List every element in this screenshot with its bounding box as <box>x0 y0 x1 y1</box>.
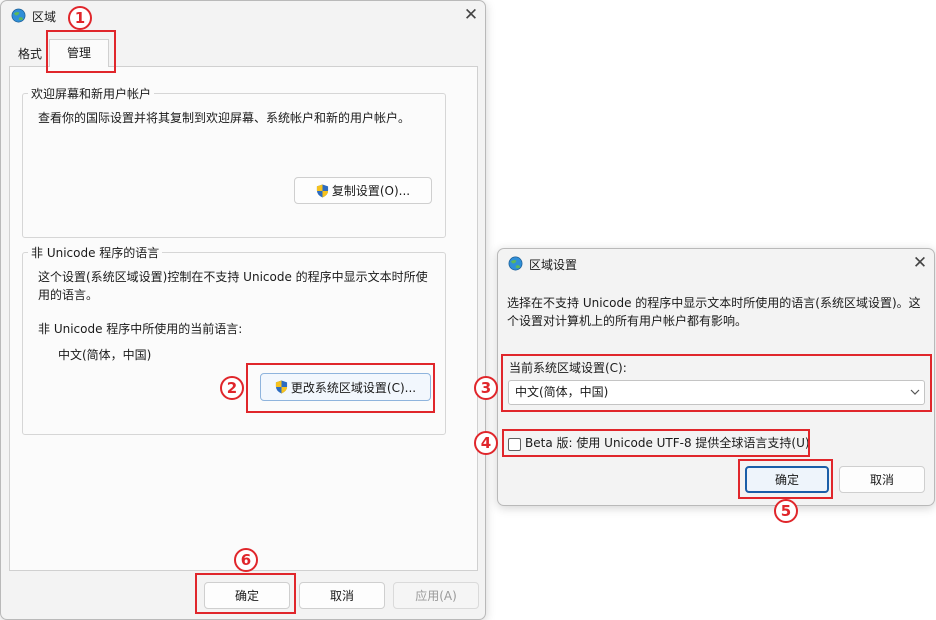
non-unicode-description-line1: 这个设置(系统区域设置)控制在不支持 Unicode 的程序中显示文本时所使 <box>38 270 428 284</box>
region-dialog-title: 区域 <box>32 10 57 24</box>
copy-settings-button[interactable]: 复制设置(O)... <box>294 177 432 204</box>
locale-description-line1: 选择在不支持 Unicode 的程序中显示文本时所使用的语言(系统区域设置)。这 <box>507 296 921 310</box>
locale-cancel-label: 取消 <box>869 473 894 487</box>
locale-settings-title: 区域设置 <box>529 258 578 272</box>
uac-shield-icon <box>275 380 287 394</box>
tab-manage[interactable]: 管理 <box>49 39 109 67</box>
globe-icon <box>508 256 523 271</box>
current-system-locale-label: 当前系统区域设置(C): <box>509 361 627 375</box>
locale-ok-button[interactable]: 确定 <box>745 466 829 493</box>
welcome-screen-group-legend: 欢迎屏幕和新用户帐户 <box>28 85 155 102</box>
close-icon: ✕ <box>463 5 479 25</box>
region-cancel-label: 取消 <box>329 589 354 603</box>
region-ok-button[interactable]: 确定 <box>204 582 290 609</box>
locale-settings-dialog: 区域设置 ✕ 选择在不支持 Unicode 的程序中显示文本时所使用的语言(系统… <box>497 248 935 506</box>
tab-format-label: 格式 <box>17 47 42 61</box>
beta-utf8-label[interactable]: Beta 版: 使用 Unicode UTF-8 提供全球语言支持(U) <box>525 434 810 453</box>
locale-settings-titlebar: 区域设置 ✕ <box>498 249 934 279</box>
region-apply-label: 应用(A) <box>415 589 457 603</box>
current-language-value: 中文(简体，中国) <box>58 348 152 362</box>
region-dialog-close-button[interactable]: ✕ <box>460 5 482 27</box>
current-language-label: 非 Unicode 程序中所使用的当前语言: <box>38 322 243 336</box>
region-ok-label: 确定 <box>234 589 259 603</box>
step-badge-1: 1 <box>68 6 92 30</box>
region-apply-button[interactable]: 应用(A) <box>393 582 479 609</box>
system-locale-select[interactable]: 中文(简体，中国) <box>508 380 925 405</box>
chevron-down-icon <box>910 389 920 395</box>
welcome-screen-description: 查看你的国际设置并将其复制到欢迎屏幕、系统帐户和新的用户帐户。 <box>38 111 411 125</box>
step-badge-2: 2 <box>220 376 244 400</box>
locale-description-line2: 个设置对计算机上的所有用户帐户都有影响。 <box>507 314 748 328</box>
non-unicode-description-line2: 用的语言。 <box>38 288 99 302</box>
globe-icon <box>11 8 26 23</box>
locale-cancel-button[interactable]: 取消 <box>839 466 925 493</box>
step-badge-4: 4 <box>474 431 498 455</box>
step-badge-6: 6 <box>234 548 258 572</box>
locale-ok-label: 确定 <box>774 473 799 487</box>
region-dialog: 区域 ✕ 格式 管理 欢迎屏幕和新用户帐户 查看你的国际设置并将其复制到欢迎屏幕… <box>0 0 486 620</box>
uac-shield-icon <box>316 184 328 197</box>
step-badge-5: 5 <box>774 499 798 523</box>
change-system-locale-label: 更改系统区域设置(C)... <box>290 380 417 395</box>
beta-utf8-checkbox[interactable] <box>508 438 521 451</box>
close-icon: ✕ <box>912 253 928 273</box>
change-system-locale-button[interactable]: 更改系统区域设置(C)... <box>260 373 431 401</box>
non-unicode-group-legend: 非 Unicode 程序的语言 <box>28 244 163 261</box>
locale-settings-close-button[interactable]: ✕ <box>909 253 931 275</box>
copy-settings-label: 复制设置(O)... <box>331 184 411 198</box>
region-cancel-button[interactable]: 取消 <box>299 582 385 609</box>
tab-manage-label: 管理 <box>66 46 91 60</box>
tab-format[interactable]: 格式 <box>15 45 45 63</box>
step-badge-3: 3 <box>474 376 498 400</box>
system-locale-select-value: 中文(简体，中国) <box>515 385 609 399</box>
